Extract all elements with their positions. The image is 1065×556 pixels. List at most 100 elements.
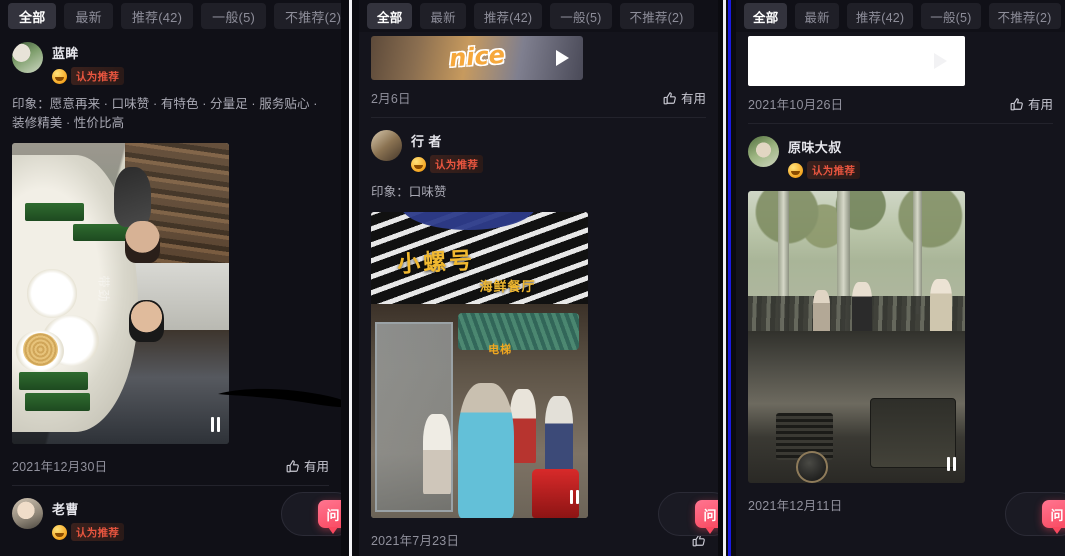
useful-label: 有用 <box>303 460 329 474</box>
video-overlay-text: nice <box>448 40 506 73</box>
floating-ask-bar-1[interactable]: 问 <box>281 492 341 536</box>
user-info: 老曹 认为推荐 <box>52 498 125 541</box>
recommend-badge-row: 认为推荐 <box>52 67 125 85</box>
thumbs-up-icon <box>663 91 676 104</box>
review-panel-2: 全部 最新 推荐(42) 一般(5) 不推荐(2) nice 2月6日 有用 行… <box>359 0 718 556</box>
review-video-thumbnail[interactable] <box>748 36 965 86</box>
tab-all-label: 全部 <box>19 9 46 25</box>
pause-icon <box>211 417 220 432</box>
play-icon[interactable] <box>934 53 947 69</box>
tab-average[interactable]: 一般(5) <box>921 3 981 29</box>
thumbs-up-icon <box>286 459 299 472</box>
status-badge: 认为推荐 <box>807 161 861 179</box>
ask-button[interactable]: 问 <box>695 500 718 528</box>
tab-newest[interactable]: 最新 <box>420 3 466 29</box>
filter-tabbar-2: 全部 最新 推荐(42) 一般(5) 不推荐(2) <box>359 0 718 32</box>
review-item: 行 者 认为推荐 印象：口味赞 小螺号 海鲜餐厅 电梯 2021年7月23日 <box>371 120 706 556</box>
recommend-badge-row: 认为推荐 <box>788 161 861 179</box>
review-date: 2021年10月26日 <box>748 98 844 112</box>
useful-button[interactable]: 有用 <box>286 456 329 475</box>
avatar[interactable] <box>12 42 43 73</box>
useful-label: 有用 <box>1027 98 1053 112</box>
review-date: 2021年12月11日 <box>748 499 843 513</box>
review-footer: 2021年12月30日 有用 <box>12 448 329 485</box>
thumbs-up-icon <box>1010 97 1023 110</box>
useful-button[interactable]: 有用 <box>1010 94 1053 113</box>
screenshot-stage: 全部 最新 推荐(42) 一般(5) 不推荐(2) 蓝眸 认为推荐 印象：愿意再… <box>0 0 1065 556</box>
divider <box>12 485 329 486</box>
elevator-sign: 电梯 <box>488 343 513 356</box>
smile-emoji-icon <box>52 68 67 84</box>
review-photo[interactable] <box>748 191 965 483</box>
review-list-1[interactable]: 蓝眸 认为推荐 印象：愿意再来 · 口味赞 · 有特色 · 分量足 · 服务贴心… <box>0 32 341 556</box>
tab-newest[interactable]: 最新 <box>795 3 839 29</box>
useful-button[interactable]: 有用 <box>663 88 706 107</box>
ask-button[interactable]: 问 <box>318 500 341 528</box>
review-date: 2021年7月23日 <box>371 534 460 548</box>
tab-not-recommended[interactable]: 不推荐(2) <box>619 3 694 29</box>
smile-emoji-icon <box>411 156 426 172</box>
avatar[interactable] <box>371 130 402 161</box>
annotation-scribble <box>218 388 341 408</box>
filter-tabbar-1: 全部 最新 推荐(42) 一般(5) 不推荐(2) <box>0 0 341 32</box>
tab-newest[interactable]: 最新 <box>64 3 113 29</box>
ask-button[interactable]: 问 <box>1042 500 1065 528</box>
avatar[interactable] <box>748 136 779 167</box>
useful-label: 有用 <box>680 92 706 106</box>
tab-recommended[interactable]: 推荐(42) <box>846 3 914 29</box>
review-list-2[interactable]: nice 2月6日 有用 行 者 认为推荐 印象：口味赞 小螺号 海鲜餐厅 电梯… <box>359 36 718 556</box>
review-list-3[interactable]: 2021年10月26日 有用 原味大叔 认为推荐 2021年12月11日 <box>736 36 1065 556</box>
tab-all[interactable]: 全部 <box>744 3 788 29</box>
review-user-row: 行 者 认为推荐 <box>371 120 706 177</box>
tab-recommended[interactable]: 推荐(42) <box>120 3 194 29</box>
review-item: 蓝眸 认为推荐 印象：愿意再来 · 口味赞 · 有特色 · 分量足 · 服务贴心… <box>12 32 341 485</box>
avatar[interactable] <box>12 498 43 529</box>
recommend-badge-row: 认为推荐 <box>411 155 484 173</box>
tab-recommended[interactable]: 推荐(42) <box>473 3 543 29</box>
tab-average-label: 一般(5) <box>560 10 602 25</box>
username: 蓝眸 <box>52 46 79 61</box>
tab-all[interactable]: 全部 <box>367 3 413 29</box>
review-user-row: 蓝眸 认为推荐 <box>12 32 329 89</box>
review-photo[interactable]: 带劲 <box>12 143 229 444</box>
impression-text: 印象：愿意再来 · 口味赞 · 有特色 · 分量足 · 服务贴心 · 装修精美 … <box>12 97 318 130</box>
review-photo[interactable]: 小螺号 海鲜餐厅 电梯 <box>371 212 588 518</box>
tab-newest-label: 最新 <box>430 10 456 25</box>
status-badge: 认为推荐 <box>71 67 125 85</box>
tab-not-recommended[interactable]: 不推荐(2) <box>274 3 341 29</box>
user-info: 蓝眸 认为推荐 <box>52 42 125 85</box>
tab-recommended-label: 推荐(42) <box>131 9 183 25</box>
tab-average[interactable]: 一般(5) <box>201 3 267 29</box>
review-item: 原味大叔 认为推荐 2021年12月11日 <box>748 126 1053 524</box>
tab-all-label: 全部 <box>753 10 779 25</box>
floating-ask-bar-2[interactable]: 问 <box>658 492 718 536</box>
play-icon[interactable] <box>556 50 569 66</box>
pause-icon <box>570 490 579 504</box>
smile-emoji-icon <box>52 524 67 540</box>
tab-average[interactable]: 一般(5) <box>550 3 612 29</box>
storefront-subsign: 海鲜餐厅 <box>479 279 536 295</box>
tab-all-label: 全部 <box>377 10 403 25</box>
review-item: 2021年10月26日 有用 <box>748 36 1053 123</box>
tab-recommended-label: 推荐(42) <box>855 10 905 25</box>
recommend-badge-row: 认为推荐 <box>52 523 125 541</box>
tab-not-recommended[interactable]: 不推荐(2) <box>988 3 1061 29</box>
review-date: 2021年12月30日 <box>12 460 108 474</box>
review-footer: 3月18日 有用 <box>12 545 329 556</box>
ask-button-label: 问 <box>1050 507 1064 523</box>
review-video-thumbnail[interactable]: nice <box>371 36 583 80</box>
tab-newest-label: 最新 <box>804 10 830 25</box>
username: 老曹 <box>52 502 79 517</box>
tab-average-label: 一般(5) <box>930 10 972 25</box>
tab-all[interactable]: 全部 <box>8 3 57 29</box>
review-date: 2月6日 <box>371 92 411 106</box>
pause-icon <box>947 457 956 471</box>
status-badge: 认为推荐 <box>71 523 125 541</box>
floating-ask-bar-3[interactable]: 问 <box>1005 492 1065 536</box>
panel-divider-2 <box>718 0 736 556</box>
username: 原味大叔 <box>788 140 842 155</box>
tab-recommended-label: 推荐(42) <box>483 10 533 25</box>
status-badge: 认为推荐 <box>430 155 484 173</box>
tab-not-recommended-label: 不推荐(2) <box>629 10 684 25</box>
review-footer: 2021年7月23日 <box>371 522 706 556</box>
